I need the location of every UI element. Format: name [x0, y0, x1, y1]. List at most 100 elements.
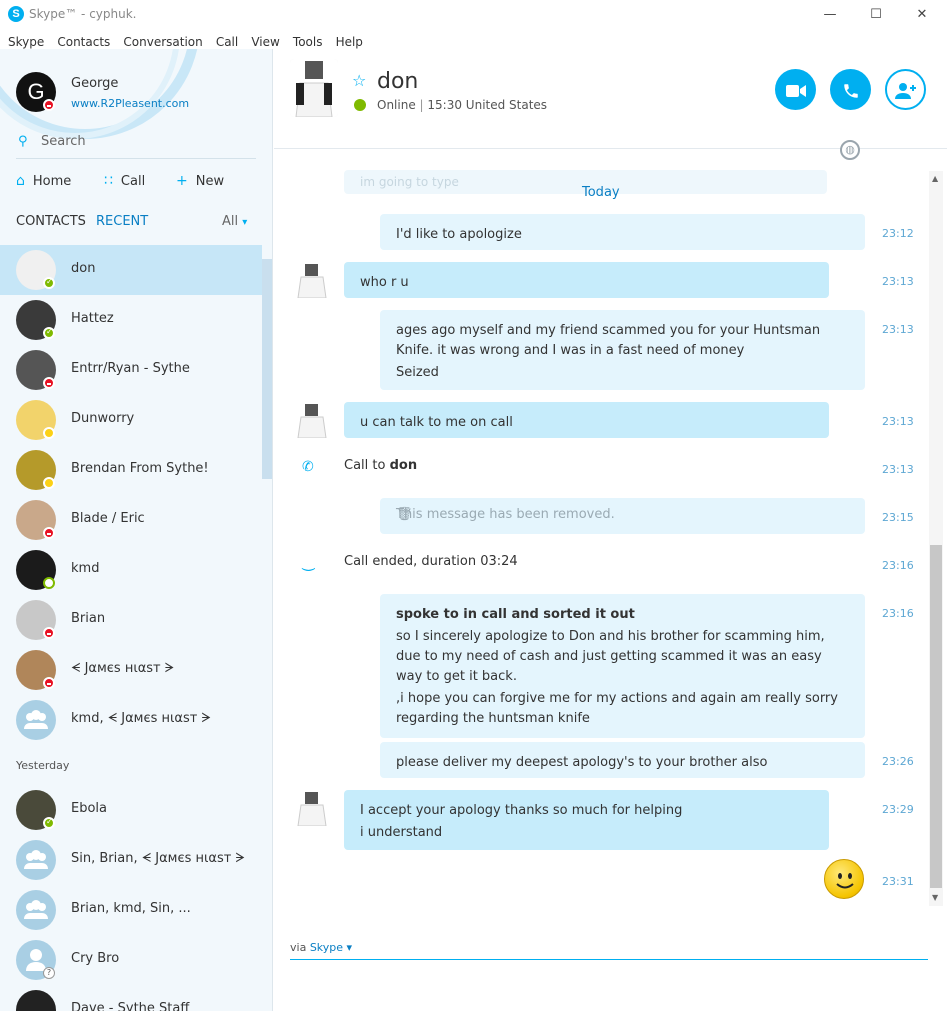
hang-up-icon: ⏝ — [302, 555, 316, 571]
removed-message[interactable]: This message has been removed. 🗑 — [380, 498, 865, 534]
status-unknown-icon: ? — [43, 967, 55, 979]
status-offline-icon — [43, 577, 55, 589]
trash-icon[interactable]: 🗑 — [396, 507, 851, 522]
my-status-dnd-icon[interactable] — [43, 99, 55, 111]
peer-avatar[interactable] — [290, 59, 338, 117]
peer-message-avatar — [294, 402, 330, 438]
contact-row[interactable]: Ebola — [0, 785, 262, 835]
message-time: 23:13 — [882, 463, 914, 476]
contact-row[interactable]: Entrr/Ryan - Sythe — [0, 345, 262, 395]
menu-help[interactable]: Help — [336, 35, 363, 49]
my-mood-message[interactable]: www.R2Pleasent.com — [71, 97, 189, 110]
message-bubble[interactable]: spoke to in call and sorted it out so I … — [380, 594, 865, 738]
contact-row[interactable]: ? Cry Bro — [0, 935, 262, 985]
contact-row[interactable]: kmd — [0, 545, 262, 595]
contact-avatar — [16, 990, 56, 1011]
menu-skype[interactable]: Skype — [8, 35, 44, 49]
contact-row[interactable]: Brian, kmd, Sin, ... — [0, 885, 262, 935]
contact-row[interactable]: Brian — [0, 595, 262, 645]
chat-scrollbar[interactable]: ▲ ▼ — [929, 171, 943, 906]
message-bubble[interactable]: I accept your apology thanks so much for… — [344, 790, 829, 850]
sidebar-scrollbar[interactable] — [262, 259, 272, 479]
contact-row[interactable]: Dave - Sythe Staff — [0, 985, 262, 1011]
contact-row[interactable]: Blade / Eric — [0, 495, 262, 545]
favorite-star-icon[interactable]: ☆ — [352, 71, 366, 90]
new-button[interactable]: + New — [176, 173, 224, 189]
menu-call[interactable]: Call — [216, 35, 238, 49]
message-title: spoke to in call and sorted it out — [396, 607, 635, 622]
peer-status: Online | 15:30 United States — [377, 98, 548, 112]
tab-recent[interactable]: RECENT — [96, 214, 148, 229]
typing-ghost-text: im going to type — [360, 175, 459, 189]
message-text: ages ago myself and my friend scammed yo… — [396, 323, 821, 358]
contact-row[interactable]: kmd, ᗕ Jαмєѕ нιαѕт ᗒ — [0, 695, 262, 745]
message-bubble[interactable]: ages ago myself and my friend scammed yo… — [380, 310, 865, 390]
search-box[interactable]: ⚲ Search — [16, 131, 256, 159]
contact-row[interactable]: don — [0, 245, 262, 295]
message-bubble[interactable]: u can talk to me on call — [344, 402, 829, 438]
message-text: u can talk to me on call — [360, 415, 513, 430]
sidebar: G George www.R2Pleasent.com ⚲ Search ⌂ Ho… — [0, 49, 273, 1011]
my-name[interactable]: George — [71, 76, 118, 91]
send-via-selector[interactable]: via Skype ▾ — [290, 941, 352, 954]
contact-row[interactable]: Dunworry — [0, 395, 262, 445]
contact-name: Ebola — [71, 801, 107, 816]
add-person-icon — [894, 82, 916, 99]
menu-conversation[interactable]: Conversation — [123, 35, 202, 49]
peer-name: don — [377, 69, 419, 94]
add-people-button[interactable] — [885, 69, 926, 110]
message-bubble[interactable]: please deliver my deepest apology's to y… — [380, 742, 865, 778]
section-label: Yesterday — [16, 759, 70, 772]
video-call-button[interactable] — [775, 69, 816, 110]
message-text: I accept your apology thanks so much for… — [360, 803, 683, 818]
menu-view[interactable]: View — [251, 35, 279, 49]
message-text: who r u — [360, 275, 409, 290]
message-text: i understand — [360, 825, 443, 840]
search-input[interactable]: Search — [41, 134, 86, 149]
home-button[interactable]: ⌂ Home — [16, 173, 71, 189]
contact-row[interactable]: Sin, Brian, ᗕ Jαмєѕ нιαѕт ᗒ — [0, 835, 262, 885]
contact-row[interactable]: Brendan From Sythe! — [0, 445, 262, 495]
message-text: please deliver my deepest apology's to y… — [396, 755, 768, 770]
scroll-up-arrow-icon[interactable]: ▲ — [932, 174, 938, 183]
menu-tools[interactable]: Tools — [293, 35, 323, 49]
message-input[interactable] — [290, 959, 928, 960]
contact-row[interactable]: ᗕ Jαмєѕ нιαѕт ᗒ — [0, 645, 262, 695]
section-header-yesterday: Yesterday — [0, 745, 262, 785]
status-online-icon — [43, 327, 55, 339]
via-skype-dropdown[interactable]: Skype ▾ — [310, 941, 352, 954]
conversation-pane: ☆ don Online | 15:30 United States ◍ im … — [274, 49, 947, 1011]
call-button[interactable]: ∷ Call — [104, 173, 145, 189]
message-bubble[interactable]: who r u — [344, 262, 829, 298]
message-bubble[interactable]: I'd like to apologize — [380, 214, 865, 250]
call-event: Call to don — [344, 458, 417, 473]
filter-dropdown[interactable]: All ▾ — [222, 214, 247, 229]
status-dnd-icon — [43, 627, 55, 639]
minimize-button[interactable]: — — [810, 2, 850, 28]
scrollbar-thumb[interactable] — [930, 545, 942, 888]
close-button[interactable]: ✕ — [902, 2, 942, 28]
audio-call-button[interactable] — [830, 69, 871, 110]
tab-contacts[interactable]: CONTACTS — [16, 214, 86, 229]
maximize-button[interactable]: ☐ — [856, 2, 896, 28]
peer-local-time: 15:30 United States — [427, 98, 548, 112]
contact-row[interactable]: Hattez — [0, 295, 262, 345]
smile-emoticon-icon[interactable] — [824, 859, 864, 899]
call-label: Call — [120, 174, 146, 189]
dialpad-icon: ∷ — [104, 173, 113, 189]
chevron-down-icon: ▾ — [242, 217, 248, 228]
contact-name: Dunworry — [71, 411, 135, 426]
message-text: so I sincerely apologize to Don and his … — [396, 629, 825, 684]
contact-name: don — [71, 261, 96, 276]
scroll-down-arrow-icon[interactable]: ▼ — [932, 893, 938, 902]
group-avatar-icon — [16, 700, 56, 740]
contact-name: Dave - Sythe Staff — [71, 1001, 190, 1011]
contact-name: Hattez — [71, 311, 114, 326]
message-time: 23:12 — [882, 227, 914, 240]
contact-name: Sin, Brian, ᗕ Jαмєѕ нιαѕт ᗒ — [71, 851, 245, 866]
status-online-icon — [43, 817, 55, 829]
home-label: Home — [32, 174, 72, 189]
message-time: 23:31 — [882, 875, 914, 888]
home-icon: ⌂ — [16, 173, 25, 189]
menu-contacts[interactable]: Contacts — [57, 35, 110, 49]
